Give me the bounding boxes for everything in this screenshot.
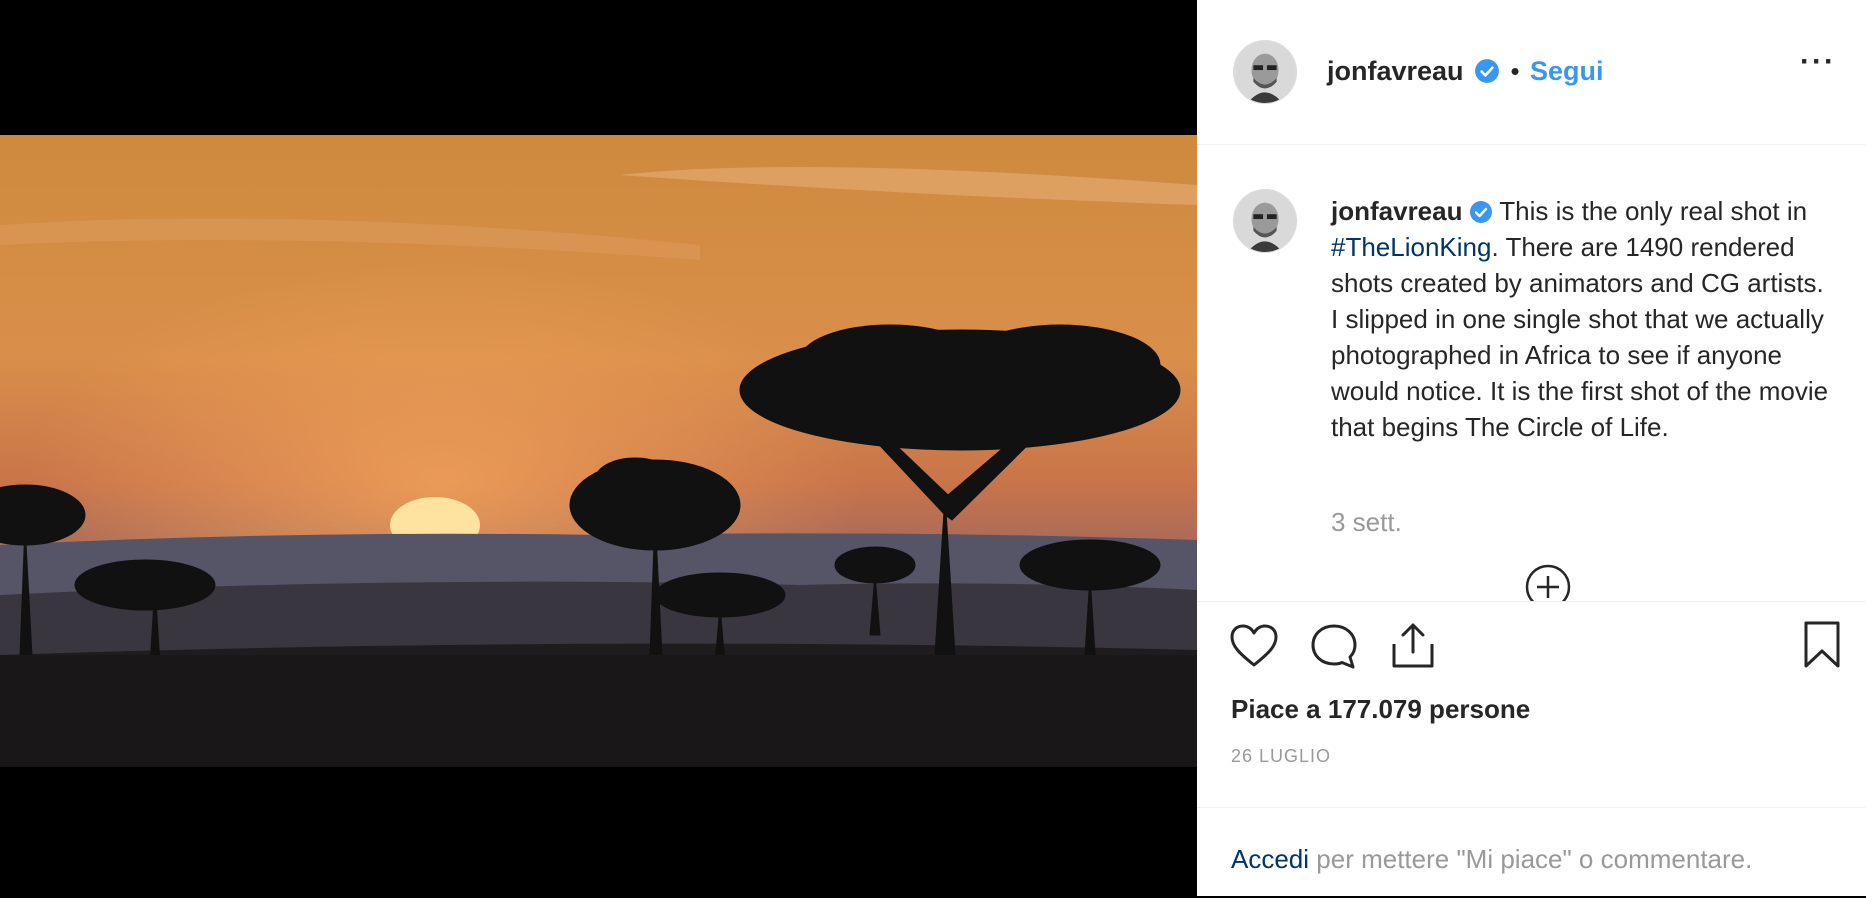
- caption-avatar[interactable]: [1233, 189, 1297, 253]
- more-icon[interactable]: ···: [1800, 47, 1836, 77]
- add-icon[interactable]: [1524, 563, 1572, 601]
- username-link[interactable]: jonfavreau: [1327, 56, 1464, 86]
- caption-username[interactable]: jonfavreau: [1331, 196, 1463, 226]
- post-actions: Piace a 177.079 persone 26 LUGLIO Accedi…: [1197, 601, 1866, 897]
- post-date[interactable]: 26 LUGLIO: [1231, 746, 1331, 767]
- verified-badge-icon: [1475, 59, 1499, 83]
- caption-text: jonfavreau This is the only real shot in…: [1331, 193, 1831, 445]
- separator-dot: •: [1510, 56, 1520, 86]
- header-user: jonfavreau • Segui: [1327, 56, 1604, 87]
- avatar[interactable]: [1233, 40, 1297, 104]
- comments-area[interactable]: jonfavreau This is the only real shot in…: [1197, 145, 1866, 601]
- login-suffix: per mettere "Mi piace" o commentare.: [1309, 844, 1753, 874]
- comment-icon[interactable]: [1309, 622, 1359, 672]
- login-prompt: Accedi per mettere "Mi piace" o commenta…: [1197, 807, 1866, 898]
- caption-body-2: . There are 1490 rendered shots created …: [1331, 232, 1829, 442]
- login-link[interactable]: Accedi: [1231, 844, 1309, 874]
- post-sidebar: jonfavreau • Segui ··· jonfavreau This i…: [1197, 0, 1866, 896]
- post-header: jonfavreau • Segui ···: [1197, 0, 1866, 145]
- follow-button[interactable]: Segui: [1530, 56, 1604, 86]
- caption-body-1: This is the only real shot in: [1492, 196, 1808, 226]
- likes-count[interactable]: Piace a 177.079 persone: [1231, 694, 1530, 725]
- heart-icon[interactable]: [1229, 622, 1279, 672]
- post-photo[interactable]: [0, 0, 1197, 896]
- hashtag-link[interactable]: #TheLionKing: [1331, 232, 1491, 262]
- login-text: Accedi per mettere "Mi piace" o commenta…: [1231, 844, 1752, 875]
- verified-badge-icon: [1469, 201, 1492, 223]
- caption-time[interactable]: 3 sett.: [1331, 507, 1402, 538]
- savanna-sunset-photo: [0, 135, 1197, 767]
- bookmark-icon[interactable]: [1797, 620, 1847, 670]
- share-icon[interactable]: [1388, 620, 1438, 670]
